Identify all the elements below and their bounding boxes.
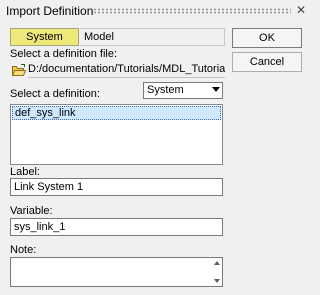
ok-button[interactable]: OK	[232, 28, 302, 48]
list-item[interactable]: def_sys_link	[12, 106, 221, 120]
tab-system[interactable]: System	[10, 28, 79, 46]
note-field-label: Note:	[10, 244, 37, 256]
label-field-label: Label:	[10, 166, 40, 178]
select-definition-label: Select a definition:	[10, 88, 100, 100]
label-input[interactable]: Link System 1	[10, 178, 223, 196]
note-textarea[interactable]	[10, 257, 223, 287]
definition-file-path[interactable]: D:/documentation/Tutorials/MDL_Tutorial/…	[28, 62, 225, 78]
chevron-down-icon	[212, 87, 220, 92]
cancel-button[interactable]: Cancel	[232, 52, 302, 72]
definition-listbox[interactable]: def_sys_link	[10, 104, 223, 165]
scroll-down-arrow-icon[interactable]	[214, 279, 220, 283]
folder-open-icon[interactable]	[11, 64, 27, 76]
definition-type-value: System	[147, 84, 184, 96]
close-button[interactable]: ✕	[293, 2, 309, 18]
variable-field-label: Variable:	[10, 205, 53, 217]
tab-model[interactable]: Model	[80, 28, 225, 46]
variable-input[interactable]: sys_link_1	[10, 218, 223, 236]
drag-grip[interactable]	[93, 8, 291, 14]
definition-type-select[interactable]: System	[143, 82, 223, 99]
window-title: Import Definition	[6, 4, 94, 18]
scroll-up-arrow-icon[interactable]	[214, 261, 220, 265]
definition-file-label: Select a definition file:	[10, 48, 118, 60]
